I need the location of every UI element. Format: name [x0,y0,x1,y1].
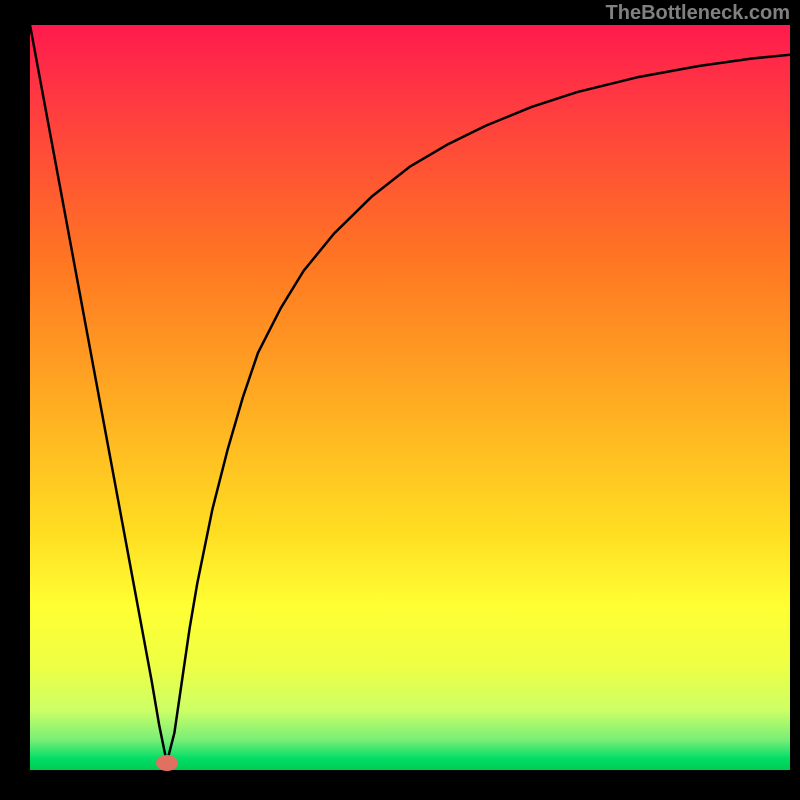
watermark-text: TheBottleneck.com [606,2,790,25]
optimum-marker [156,755,178,771]
plot-area [30,25,790,770]
chart-frame: TheBottleneck.com [0,0,800,800]
bottleneck-curve [30,25,790,763]
curve-layer [30,25,790,770]
